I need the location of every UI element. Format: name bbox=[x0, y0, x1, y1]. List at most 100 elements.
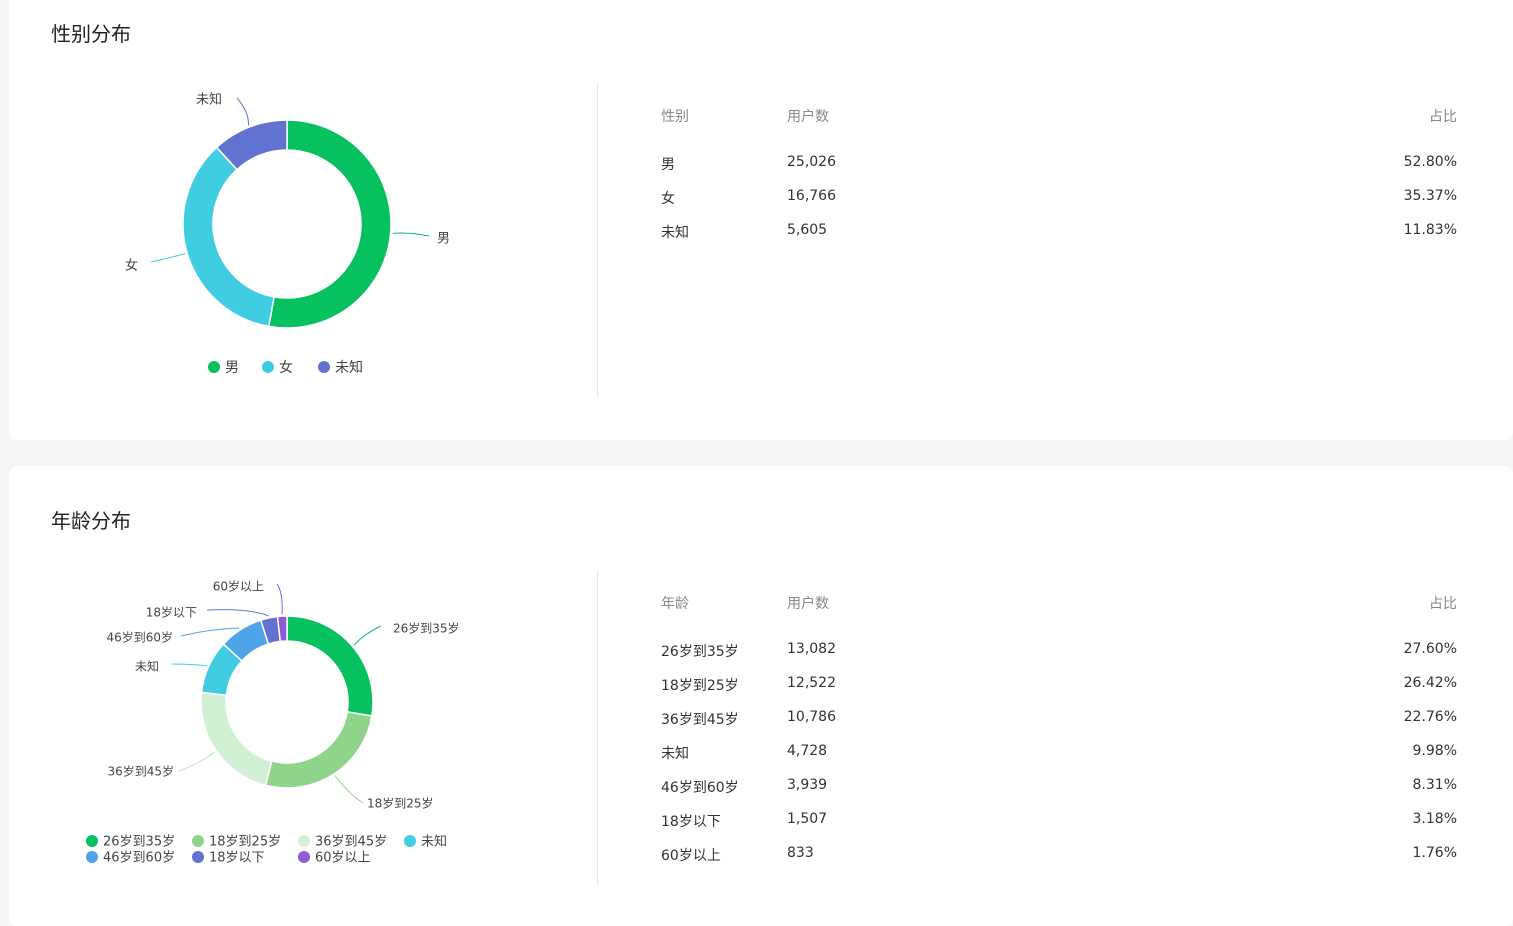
legend-dot bbox=[298, 851, 310, 863]
slice-label: 未知 bbox=[196, 92, 222, 108]
table-row: 46岁到60岁 3,939 8.31% bbox=[661, 777, 1457, 811]
table-row: 18岁到25岁 12,522 26.42% bbox=[661, 675, 1457, 709]
legend-label: 18岁到25岁 bbox=[209, 835, 281, 850]
header-age: 年龄 bbox=[661, 596, 689, 612]
table-row: 男 25,026 52.80% bbox=[661, 154, 1457, 188]
header-gender: 性别 bbox=[661, 109, 689, 125]
slice-label-line bbox=[178, 751, 215, 772]
slice-label: 18岁以下 bbox=[146, 605, 197, 620]
slice-label-line bbox=[334, 775, 364, 804]
row-label: 18岁到25岁 bbox=[661, 678, 739, 694]
slice-label-line bbox=[236, 97, 250, 126]
row-users: 13,082 bbox=[787, 641, 836, 657]
header-users: 用户数 bbox=[787, 109, 829, 125]
row-users: 833 bbox=[787, 845, 814, 861]
slice-label: 未知 bbox=[135, 660, 159, 674]
row-ratio: 22.76% bbox=[1403, 709, 1457, 725]
row-ratio: 35.37% bbox=[1403, 188, 1457, 204]
legend-item[interactable]: 26岁到35岁 bbox=[86, 835, 175, 850]
gender-card: 性别分布 男女未知男女未知 性别 用户数 占比 男 25,026 52.80% 女 16… bbox=[9, 0, 1513, 440]
legend-item[interactable]: 36岁到45岁 bbox=[298, 835, 387, 850]
donut-slice[interactable] bbox=[267, 119, 392, 329]
legend-label: 未知 bbox=[421, 834, 447, 850]
legend-label: 26岁到35岁 bbox=[103, 835, 175, 850]
header-users: 用户数 bbox=[787, 596, 829, 612]
slice-label-line bbox=[392, 232, 430, 237]
row-users: 4,728 bbox=[787, 743, 828, 759]
legend-item[interactable]: 未知 bbox=[318, 359, 363, 376]
legend-item[interactable]: 60岁以上 bbox=[298, 851, 371, 866]
header-ratio: 占比 bbox=[1429, 109, 1457, 125]
row-ratio: 26.42% bbox=[1403, 675, 1457, 691]
slice-label-line bbox=[150, 253, 186, 263]
row-ratio: 11.83% bbox=[1403, 222, 1457, 238]
row-label: 未知 bbox=[661, 225, 689, 241]
legend-dot bbox=[208, 361, 220, 373]
legend-dot bbox=[262, 361, 274, 373]
row-label: 18岁以下 bbox=[661, 814, 721, 830]
legend-label: 男 bbox=[225, 360, 239, 376]
age-table-header: 年龄 用户数 占比 bbox=[661, 593, 1457, 627]
donut-slice[interactable] bbox=[182, 146, 275, 328]
row-users: 12,522 bbox=[787, 675, 836, 691]
table-row: 18岁以下 1,507 3.18% bbox=[661, 811, 1457, 845]
row-label: 46岁到60岁 bbox=[661, 780, 739, 796]
legend-dot bbox=[318, 361, 330, 373]
row-ratio: 1.76% bbox=[1412, 845, 1457, 861]
donut-slice[interactable] bbox=[286, 615, 374, 717]
table-row: 未知 5,605 11.83% bbox=[661, 222, 1457, 256]
slice-label: 女 bbox=[125, 258, 138, 274]
donut-slice[interactable] bbox=[264, 711, 373, 789]
row-ratio: 3.18% bbox=[1412, 811, 1457, 827]
row-label: 36岁到45岁 bbox=[661, 712, 739, 728]
slice-label: 36岁到45岁 bbox=[107, 764, 174, 779]
table-row: 26岁到35岁 13,082 27.60% bbox=[661, 641, 1457, 675]
row-users: 5,605 bbox=[787, 222, 828, 238]
donut-slice[interactable] bbox=[200, 691, 273, 787]
row-ratio: 27.60% bbox=[1403, 641, 1457, 657]
row-ratio: 9.98% bbox=[1412, 743, 1457, 759]
legend-label: 60岁以上 bbox=[315, 851, 371, 866]
legend-label: 18岁以下 bbox=[209, 851, 265, 866]
slice-label-line bbox=[180, 627, 240, 637]
legend-dot bbox=[192, 835, 204, 847]
row-label: 女 bbox=[661, 191, 675, 207]
table-row: 36岁到45岁 10,786 22.76% bbox=[661, 709, 1457, 743]
legend-label: 女 bbox=[279, 359, 293, 376]
age-card: 年龄分布 26岁到35岁 18岁到25岁 36岁到45岁 未知 46岁到60岁 18岁以下… bbox=[9, 466, 1513, 926]
legend-label: 未知 bbox=[335, 359, 363, 376]
gender-table-header: 性别 用户数 占比 bbox=[661, 106, 1457, 140]
legend-dot bbox=[404, 835, 416, 847]
row-users: 3,939 bbox=[787, 777, 828, 793]
row-label: 26岁到35岁 bbox=[661, 644, 739, 660]
row-label: 未知 bbox=[661, 746, 689, 762]
row-users: 16,766 bbox=[787, 188, 836, 204]
row-users: 1,507 bbox=[787, 811, 828, 827]
legend-item[interactable]: 18岁到25岁 bbox=[192, 835, 281, 850]
slice-label-line bbox=[171, 663, 207, 667]
slice-label: 60岁以上 bbox=[213, 579, 264, 594]
gender-table: 性别 用户数 占比 男 25,026 52.80% 女 16,766 35.37% 未知 5,… bbox=[661, 106, 1457, 256]
legend-item[interactable]: 未知 bbox=[404, 834, 447, 850]
legend-item[interactable]: 18岁以下 bbox=[192, 851, 265, 866]
slice-label: 46岁到60岁 bbox=[106, 630, 173, 645]
slice-label: 18岁到25岁 bbox=[367, 796, 434, 811]
slice-label: 26岁到35岁 bbox=[393, 621, 460, 636]
table-row: 60岁以上 833 1.76% bbox=[661, 845, 1457, 879]
legend-dot bbox=[298, 835, 310, 847]
table-row: 女 16,766 35.37% bbox=[661, 188, 1457, 222]
header-ratio: 占比 bbox=[1429, 596, 1457, 612]
legend-dot bbox=[86, 851, 98, 863]
age-donut-chart: 26岁到35岁18岁到25岁36岁到45岁未知46岁到60岁18岁以下60岁以上… bbox=[86, 579, 460, 866]
age-table: 年龄 用户数 占比 26岁到35岁 13,082 27.60% 18岁到25岁 12,5… bbox=[661, 593, 1457, 879]
legend-item[interactable]: 46岁到60岁 bbox=[86, 851, 175, 866]
row-label: 男 bbox=[661, 157, 675, 173]
slice-label-line bbox=[353, 625, 382, 646]
legend-item[interactable]: 女 bbox=[262, 359, 293, 376]
legend-item[interactable]: 男 bbox=[208, 360, 239, 376]
legend-dot bbox=[192, 851, 204, 863]
slice-label-line bbox=[206, 609, 269, 617]
gender-donut-chart: 男女未知男女未知 bbox=[125, 92, 450, 377]
legend-label: 46岁到60岁 bbox=[103, 851, 175, 866]
row-users: 25,026 bbox=[787, 154, 836, 170]
